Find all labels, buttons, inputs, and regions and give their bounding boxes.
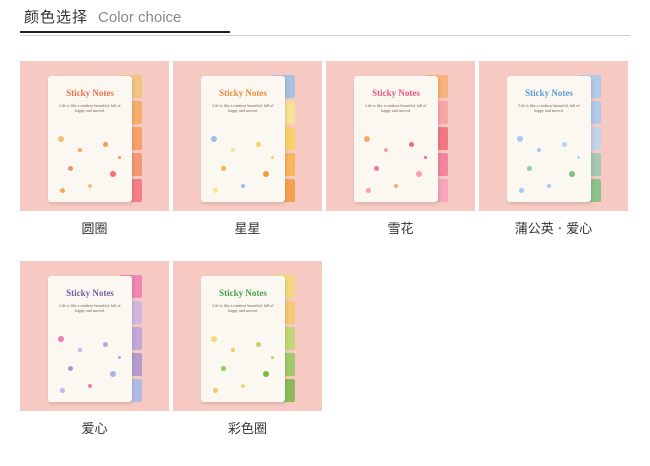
decoration-dot xyxy=(416,171,422,177)
decoration-dot xyxy=(68,166,73,171)
decoration-dot xyxy=(213,388,218,393)
decoration-dot xyxy=(537,148,541,152)
product-photo[interactable]: Sticky Notes Life is like a rainbow beaut… xyxy=(173,61,322,211)
cover-subtitle: Life is like a rainbow beautiful, full o… xyxy=(518,103,580,113)
decoration-dot xyxy=(256,342,261,347)
sticky-notes-cover: Sticky Notes Life is like a rainbow beaut… xyxy=(201,276,285,402)
color-option-1[interactable]: Sticky Notes Life is like a rainbow beaut… xyxy=(20,61,169,237)
color-option-caption[interactable]: 彩色圈 xyxy=(173,418,322,437)
cover-subtitle: Life is like a rainbow beautiful, full o… xyxy=(365,103,427,113)
decoration-dot xyxy=(241,184,245,188)
sticky-notes-cover: Sticky Notes Life is like a rainbow beaut… xyxy=(48,76,132,202)
decoration-dot xyxy=(366,188,371,193)
decoration-dot xyxy=(78,348,82,352)
color-option-6[interactable]: Sticky Notes Life is like a rainbow beaut… xyxy=(173,261,322,437)
decoration-dot xyxy=(231,148,235,152)
cover-subtitle: Life is like a rainbow beautiful, full o… xyxy=(59,103,121,113)
section-title-english: Color choice xyxy=(98,9,182,26)
decoration-dot xyxy=(562,142,567,147)
decoration-dot xyxy=(364,136,370,142)
decoration-dot xyxy=(527,166,532,171)
color-option-caption[interactable]: 蒲公英 · 爱心 xyxy=(479,218,628,237)
decoration-dot xyxy=(374,166,379,171)
cover-title: Sticky Notes xyxy=(219,288,267,298)
product-photo[interactable]: Sticky Notes Life is like a rainbow beaut… xyxy=(479,61,628,211)
decoration-dot xyxy=(517,136,523,142)
decoration-dot xyxy=(424,156,427,159)
decoration-dot xyxy=(118,356,121,359)
decoration-dot xyxy=(58,136,64,142)
product-photo[interactable]: Sticky Notes Life is like a rainbow beaut… xyxy=(20,261,169,411)
color-option-4[interactable]: Sticky Notes Life is like a rainbow beaut… xyxy=(479,61,628,237)
color-option-caption[interactable]: 雪花 xyxy=(326,218,475,237)
section-title-chinese: 颜色选择 xyxy=(24,8,89,26)
decoration-dot xyxy=(103,142,108,147)
decoration-dot xyxy=(88,184,92,188)
decoration-dot xyxy=(256,142,261,147)
decoration-dot xyxy=(271,356,274,359)
sticky-notes-cover: Sticky Notes Life is like a rainbow beaut… xyxy=(354,76,438,202)
decoration-dot xyxy=(60,188,65,193)
decoration-dot xyxy=(394,184,398,188)
decoration-dot xyxy=(271,156,274,159)
decoration-dot xyxy=(103,342,108,347)
section-header: 颜色选择 Color choice xyxy=(24,6,181,30)
cover-title: Sticky Notes xyxy=(525,88,573,98)
color-option-2[interactable]: Sticky Notes Life is like a rainbow beaut… xyxy=(173,61,322,237)
decoration-dot xyxy=(213,188,218,193)
decoration-dot xyxy=(110,371,116,377)
color-option-caption[interactable]: 爱心 xyxy=(20,418,169,437)
color-option-3[interactable]: Sticky Notes Life is like a rainbow beaut… xyxy=(326,61,475,237)
color-option-caption[interactable]: 圆圈 xyxy=(20,218,169,237)
decoration-dot xyxy=(241,384,245,388)
decoration-dot xyxy=(577,156,580,159)
decoration-dot xyxy=(384,148,388,152)
decoration-dot xyxy=(211,136,217,142)
decoration-dot xyxy=(263,171,269,177)
cover-title: Sticky Notes xyxy=(372,88,420,98)
cover-subtitle: Life is like a rainbow beautiful, full o… xyxy=(59,303,121,313)
decoration-dot xyxy=(68,366,73,371)
cover-title: Sticky Notes xyxy=(66,288,114,298)
decoration-dot xyxy=(569,171,575,177)
sticky-notes-cover: Sticky Notes Life is like a rainbow beaut… xyxy=(507,76,591,202)
decoration-dot xyxy=(409,142,414,147)
header-underline xyxy=(20,31,230,33)
decoration-dot xyxy=(547,184,551,188)
cover-subtitle: Life is like a rainbow beautiful, full o… xyxy=(212,103,274,113)
color-option-5[interactable]: Sticky Notes Life is like a rainbow beaut… xyxy=(20,261,169,437)
cover-subtitle: Life is like a rainbow beautiful, full o… xyxy=(212,303,274,313)
header-divider xyxy=(20,35,630,36)
decoration-dot xyxy=(221,166,226,171)
decoration-dot xyxy=(88,384,92,388)
product-photo[interactable]: Sticky Notes Life is like a rainbow beaut… xyxy=(326,61,475,211)
decoration-dot xyxy=(263,371,269,377)
decoration-dot xyxy=(110,171,116,177)
decoration-dot xyxy=(60,388,65,393)
sticky-notes-cover: Sticky Notes Life is like a rainbow beaut… xyxy=(48,276,132,402)
cover-title: Sticky Notes xyxy=(66,88,114,98)
decoration-dot xyxy=(231,348,235,352)
color-option-caption[interactable]: 星星 xyxy=(173,218,322,237)
decoration-dot xyxy=(221,366,226,371)
product-photo[interactable]: Sticky Notes Life is like a rainbow beaut… xyxy=(173,261,322,411)
decoration-dot xyxy=(78,148,82,152)
decoration-dot xyxy=(519,188,524,193)
decoration-dot xyxy=(211,336,217,342)
sticky-notes-cover: Sticky Notes Life is like a rainbow beaut… xyxy=(201,76,285,202)
decoration-dot xyxy=(118,156,121,159)
product-photo[interactable]: Sticky Notes Life is like a rainbow beaut… xyxy=(20,61,169,211)
decoration-dot xyxy=(58,336,64,342)
cover-title: Sticky Notes xyxy=(219,88,267,98)
